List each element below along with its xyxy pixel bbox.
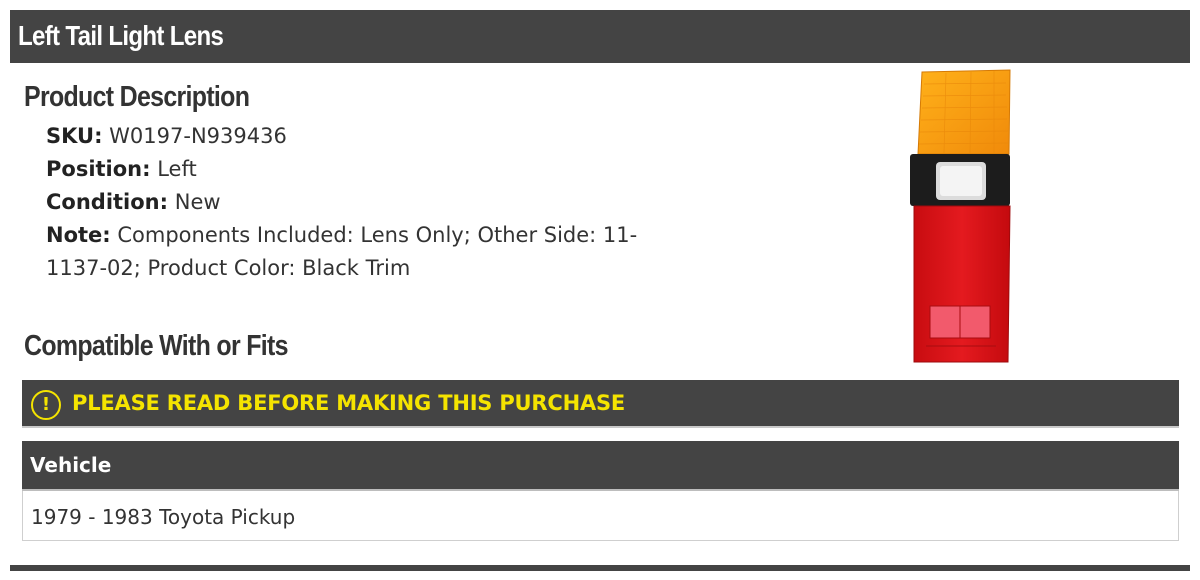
spec-position: Position: Left — [46, 153, 686, 186]
table-row: 1979 - 1983 Toyota Pickup — [31, 505, 296, 529]
spec-condition: Condition: New — [46, 186, 686, 219]
spec-condition-value: New — [174, 190, 221, 214]
table-header-vehicle: Vehicle — [30, 453, 112, 477]
spec-condition-label: Condition: — [46, 190, 169, 214]
spec-note-label: Note: — [46, 223, 111, 247]
purchase-notice-text: PLEASE READ BEFORE MAKING THIS PURCHASE — [72, 391, 626, 415]
exclamation-circle-icon: ! — [31, 390, 61, 420]
spec-position-value: Left — [157, 157, 197, 181]
spec-sku: SKU: W0197-N939436 — [46, 120, 686, 153]
spec-note-value: Components Included: Lens Only; Other Si… — [46, 223, 638, 280]
title-bar: Left Tail Light Lens — [10, 10, 1190, 63]
purchase-notice-bar[interactable]: ! PLEASE READ BEFORE MAKING THIS PURCHAS… — [22, 380, 1179, 428]
spec-position-label: Position: — [46, 157, 151, 181]
spec-sku-value: W0197-N939436 — [109, 124, 287, 148]
table-header: Vehicle — [22, 441, 1179, 491]
spec-note: Note: Components Included: Lens Only; Ot… — [46, 219, 686, 285]
spec-sku-label: SKU: — [46, 124, 103, 148]
compatibility-heading: Compatible With or Fits — [24, 330, 289, 362]
page-title: Left Tail Light Lens — [18, 20, 224, 51]
product-description-heading: Product Description — [24, 81, 250, 113]
bottom-divider — [10, 565, 1190, 571]
tail-light-lens-image — [910, 69, 1011, 363]
compatibility-table: Vehicle 1979 - 1983 Toyota Pickup — [22, 441, 1179, 541]
